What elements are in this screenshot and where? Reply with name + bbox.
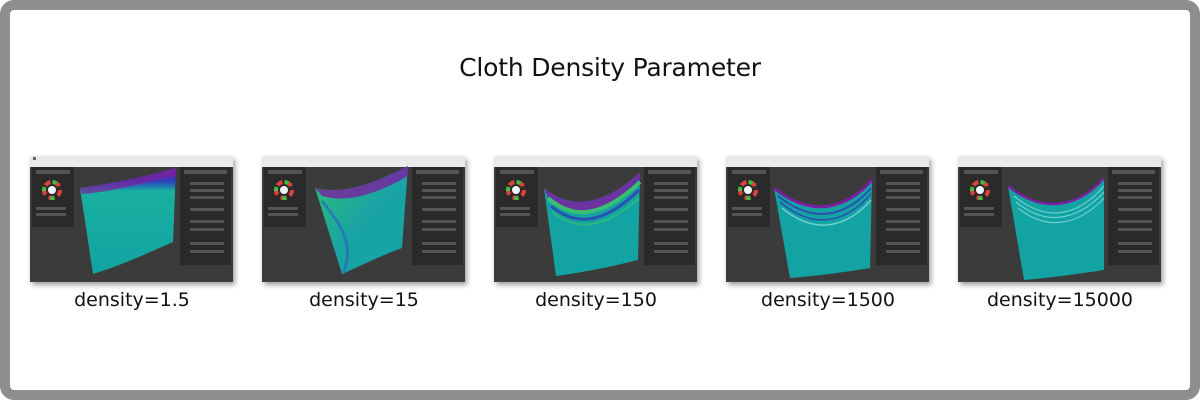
simulation-screenshot-5 bbox=[958, 156, 1161, 282]
cloth-render-1 bbox=[30, 156, 233, 282]
cloth-render-4 bbox=[726, 156, 929, 282]
caption-2: density=15 bbox=[309, 289, 419, 311]
cloth-render-5 bbox=[958, 156, 1161, 282]
simulation-screenshot-4 bbox=[726, 156, 929, 282]
caption-3: density=150 bbox=[535, 289, 657, 311]
caption-5: density=15000 bbox=[986, 289, 1134, 311]
simulation-screenshot-3 bbox=[494, 156, 697, 282]
simulation-screenshot-2 bbox=[262, 156, 465, 282]
cloth-render-3 bbox=[494, 156, 697, 282]
simulation-screenshot-1 bbox=[30, 156, 233, 282]
figure-title: Cloth Density Parameter bbox=[459, 53, 761, 82]
caption-4: density=1500 bbox=[761, 289, 895, 311]
caption-1: density=1.5 bbox=[74, 289, 190, 311]
cloth-render-2 bbox=[262, 156, 465, 282]
